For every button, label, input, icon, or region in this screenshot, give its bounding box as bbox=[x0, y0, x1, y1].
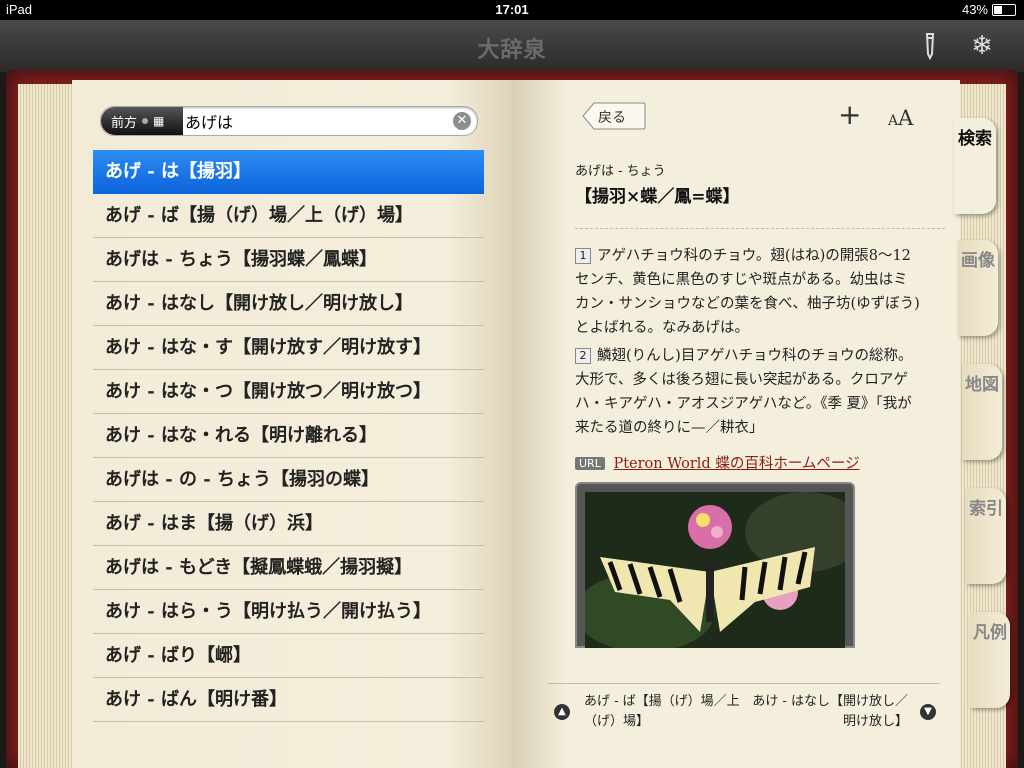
result-item[interactable]: あけ - ばん【明け番】 bbox=[93, 678, 484, 722]
definition-text: 鱗翅(りんし)目アゲハチョウ科のチョウの総称。大形で、多くは後ろ翅に長い突起があ… bbox=[575, 348, 913, 436]
search-mode-label: 前方 bbox=[111, 115, 138, 131]
url-badge: URL bbox=[575, 457, 605, 470]
tab-legend[interactable]: 凡例 bbox=[970, 612, 1010, 708]
entry-divider bbox=[575, 228, 945, 229]
result-item[interactable]: あげ - はま【揚（げ）浜】 bbox=[93, 502, 484, 546]
arrow-down-icon[interactable]: ▼ bbox=[920, 704, 936, 720]
result-item[interactable]: あげは - の - ちょう【揚羽の蝶】 bbox=[93, 458, 484, 502]
app-title: 大辞泉 bbox=[477, 37, 547, 63]
grid-icon: ▦ bbox=[153, 114, 164, 128]
search-mode-button[interactable]: 前方 ▦ bbox=[101, 107, 183, 135]
battery-fill bbox=[994, 5, 1002, 14]
back-label: 戻る bbox=[598, 110, 626, 126]
pencil-icon[interactable] bbox=[918, 30, 942, 61]
result-item[interactable]: あけ - はな・す【開け放す／明け放す】 bbox=[93, 326, 484, 370]
tab-search[interactable]: 検索 bbox=[954, 118, 996, 214]
dot-icon bbox=[142, 118, 149, 124]
search-bar: 前方 ▦ ✕ bbox=[100, 106, 478, 136]
result-item[interactable]: あげ - は【揚羽】 bbox=[93, 150, 484, 194]
result-item[interactable]: あげは - もどき【擬鳳蝶蛾／揚羽擬】 bbox=[93, 546, 484, 590]
result-item[interactable]: あけ - はな・つ【開け放つ／明け放つ】 bbox=[93, 370, 484, 414]
entry-headword: 【揚羽×蝶／鳳=蝶】 bbox=[575, 187, 740, 207]
definition-1: 1 アゲハチョウ科のチョウ。翅(はね)の開張8〜12センチ、黄色に黒色のすじや斑点… bbox=[575, 244, 920, 340]
entry-body: 1 アゲハチョウ科のチョウ。翅(はね)の開張8〜12センチ、黄色に黒色のすじや斑点… bbox=[575, 244, 920, 444]
arrow-up-icon[interactable]: ▲ bbox=[554, 704, 570, 720]
battery-icon bbox=[992, 3, 1016, 16]
entry-navigation: ▲ あげ - ば【揚（げ）場／上（げ）場】 あけ - はなし【開け放し／明け放し… bbox=[548, 683, 940, 734]
url-row: URL Pteron World 蝶の百科ホームページ bbox=[575, 452, 935, 473]
back-button[interactable]: 戻る bbox=[582, 102, 646, 130]
definition-number: 2 bbox=[575, 348, 591, 364]
plus-icon[interactable]: + bbox=[838, 100, 861, 130]
tab-index[interactable]: 索引 bbox=[966, 488, 1006, 584]
next-entry-link[interactable]: あけ - はなし【開け放し／明け放し】 bbox=[748, 692, 908, 732]
search-input[interactable] bbox=[185, 107, 445, 135]
result-item[interactable]: あげは - ちょう【揚羽蝶／鳳蝶】 bbox=[93, 238, 484, 282]
external-link[interactable]: Pteron World 蝶の百科ホームページ bbox=[613, 456, 859, 472]
definition-text: アゲハチョウ科のチョウ。翅(はね)の開張8〜12センチ、黄色に黒色のすじや斑点が… bbox=[575, 248, 920, 336]
definition-2: 2 鱗翅(りんし)目アゲハチョウ科のチョウの総称。大形で、多くは後ろ翅に長い突起が… bbox=[575, 344, 920, 440]
gear-icon[interactable]: ❄ bbox=[968, 32, 996, 60]
tab-maps[interactable]: 地図 bbox=[962, 364, 1002, 460]
butterfly-photo[interactable] bbox=[575, 482, 855, 648]
result-item[interactable]: あげ - ばり【峫】 bbox=[93, 634, 484, 678]
result-item[interactable]: あけ - はら・う【明け払う／開け払う】 bbox=[93, 590, 484, 634]
font-size-icon[interactable]: AA bbox=[888, 106, 913, 130]
result-item[interactable]: あけ - はなし【開け放し／明け放し】 bbox=[93, 282, 484, 326]
result-item[interactable]: あげ - ば【揚（げ）場／上（げ）場】 bbox=[93, 194, 484, 238]
tab-images[interactable]: 画像 bbox=[958, 240, 998, 336]
entry-reading: あげは - ちょう bbox=[575, 164, 666, 179]
battery-status: 43% bbox=[962, 2, 1016, 17]
definition-number: 1 bbox=[575, 248, 591, 264]
result-item[interactable]: あけ - はな・れる【明け離れる】 bbox=[93, 414, 484, 458]
battery-percent: 43% bbox=[961, 2, 988, 17]
previous-entry-link[interactable]: あげ - ば【揚（げ）場／上（げ）場】 bbox=[584, 692, 744, 732]
result-list: あげ - は【揚羽】 あげ - ば【揚（げ）場／上（げ）場】 あげは - ちょう【揚… bbox=[93, 150, 484, 722]
clear-icon[interactable]: ✕ bbox=[453, 112, 471, 130]
app-toolbar: 大辞泉 ❄ bbox=[0, 20, 1024, 72]
status-bar: iPad 17:01 43% bbox=[0, 0, 1024, 20]
clock: 17:01 bbox=[495, 2, 529, 17]
